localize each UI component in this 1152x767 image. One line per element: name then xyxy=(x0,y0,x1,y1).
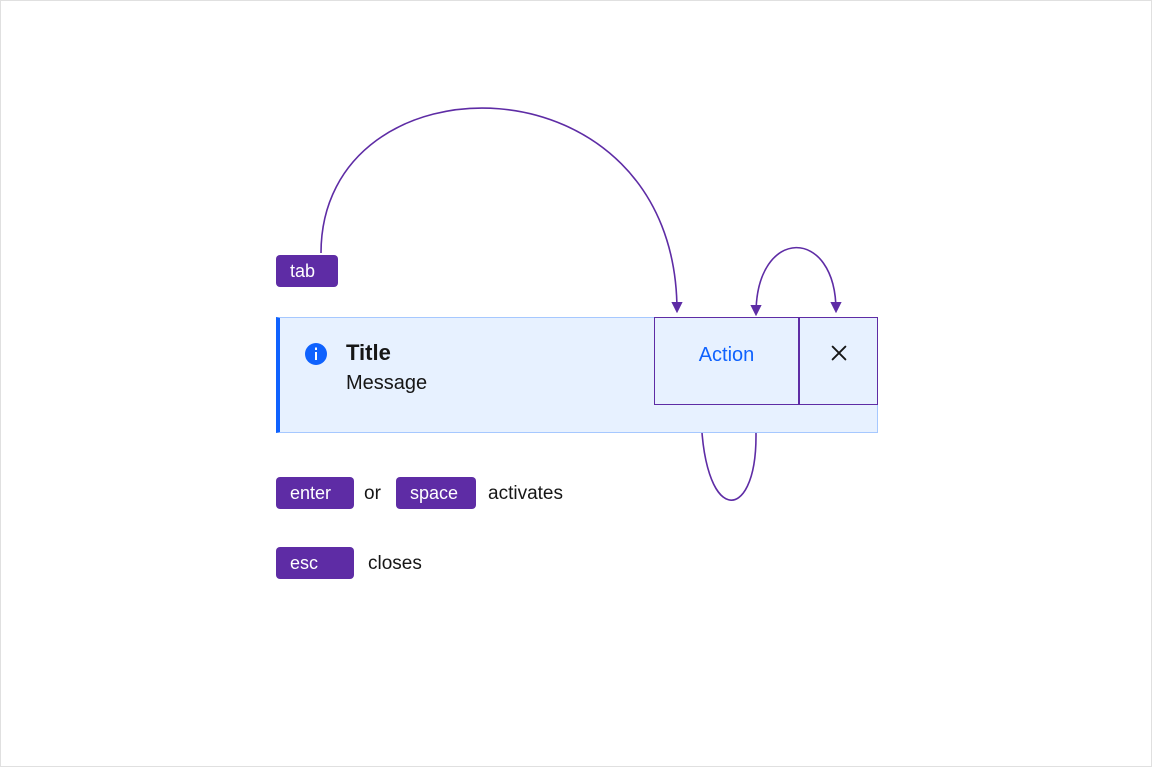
key-tab: tab xyxy=(276,255,338,287)
key-label: esc xyxy=(290,553,318,573)
caption-or: or xyxy=(364,483,381,505)
close-icon xyxy=(828,342,850,364)
caption-activates: activates xyxy=(488,483,563,505)
notification-content: Title Message xyxy=(280,318,654,432)
caption-closes: closes xyxy=(368,553,422,575)
action-label: Action xyxy=(699,344,755,367)
key-label: tab xyxy=(290,261,315,281)
close-button[interactable] xyxy=(798,317,878,405)
notification-text: Title Message xyxy=(346,340,427,395)
key-enter: enter xyxy=(276,477,354,509)
notification-message: Message xyxy=(346,372,427,395)
diagram-stage: tab Title Message Action enter or space … xyxy=(0,0,1152,767)
key-label: space xyxy=(410,483,458,503)
key-esc: esc xyxy=(276,547,354,579)
action-button[interactable]: Action xyxy=(654,317,799,405)
key-label: enter xyxy=(290,483,331,503)
key-space: space xyxy=(396,477,476,509)
info-icon xyxy=(304,342,328,366)
notification-title: Title xyxy=(346,340,427,366)
notification: Title Message Action xyxy=(276,317,878,433)
